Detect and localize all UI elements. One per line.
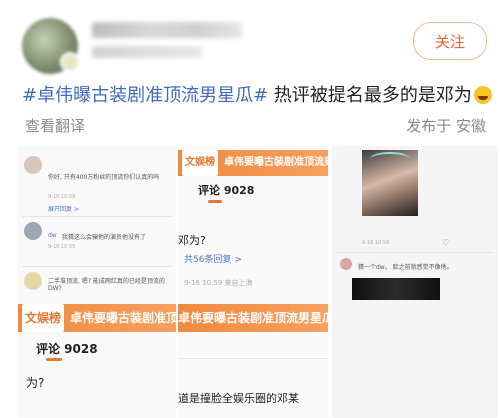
verified-badge-icon [60,52,80,72]
commenter-avatar [340,258,352,270]
like-icon[interactable]: ♡ [442,238,449,247]
reply-time: 9-16 10:59 来自上海 [184,279,253,287]
commenter-avatar [24,272,42,290]
post-image-1[interactable]: 你好, 只有400万粉丝的顶流你们认真的吗 9-16 10:59 展开回复 > … [18,146,176,418]
post-image-3[interactable]: 9-16 10:58 ♡ 猜一个dw。 脸之前就感觉不像他。 [332,146,498,418]
topic-banner: 文娱榜卓伟要曝古装剧准顶流男星几 [18,304,176,332]
comment-time: 9-16 10:58 [362,240,390,246]
divider [178,358,328,359]
comment-text: 道是撞脸全娱乐圈的邓某 [178,392,299,405]
banner-text: 卓伟要曝古装剧准顶流男星几 [70,311,176,325]
comment-image[interactable] [352,278,440,300]
banner-text: 卓伟要曝古装剧准顶流男星瓜 [178,311,328,325]
comments-count: 评论 9028 [36,342,98,356]
divider [336,252,494,253]
post-image-2[interactable]: 文娱榜卓伟要曝古装剧准顶流男星瓜 评论 9028 邓为? 共56条回复 > 9-… [178,146,328,418]
banner-tag: 文娱榜 [182,150,218,176]
tab-indicator [46,358,62,361]
author-meta-blurred [92,46,202,58]
author-name-blurred[interactable] [92,22,242,38]
commenter-name[interactable]: dw [48,232,57,239]
comment-text: 我猜这么会骗他的演员他没有了 [62,234,147,241]
banner-text: 卓伟要曝古装剧准顶流男星瓜 [224,157,328,168]
divider [22,266,172,267]
comment-text: 你好, 只有400万粉丝的顶流你们认真的吗 [48,174,160,181]
commenter-avatar [24,222,42,240]
hair-highlight [370,152,410,166]
banner-tag: 文娱榜 [22,304,65,332]
topic-banner: 文娱榜卓伟要曝古装剧准顶流男星瓜 [178,150,328,176]
comments-count: 评论 9028 [198,184,255,197]
laughing-emoji-icon [473,86,492,104]
comment-text: 邓为? [178,234,206,247]
topic-banner-repeat: 卓伟要曝古装剧准顶流男星瓜 [178,304,328,332]
person-photo [362,150,418,216]
follow-button[interactable]: 关注 [413,22,487,60]
comment-time: 9-16 10:55 [48,244,76,250]
comment-text: 二手准顶流, 嗯? 能成网红真的已经是顶流的DW? [48,278,165,292]
post-body: 热评被提名最多的是邓为 [268,85,472,106]
commenter-avatar [24,156,42,174]
comment-time: 9-16 10:59 [48,194,76,200]
tab-indicator [208,200,222,203]
comment-text: 猜一个dw。 脸之前就感觉不像他。 [358,264,453,271]
expand-replies-link[interactable]: 展开回复 > [48,204,79,213]
post-text: #卓伟曝古装剧准顶流男星瓜# 热评被提名最多的是邓为 [22,84,492,108]
translate-link[interactable]: 查看翻译 [25,115,85,136]
post-location: 发布于 安徽 [406,117,486,135]
replies-link[interactable]: 共56条回复 > [184,252,242,265]
divider [22,216,172,217]
author-avatar[interactable] [22,18,80,74]
comment-partial: 为? [26,376,45,390]
post-hashtag[interactable]: #卓伟曝古装剧准顶流男星瓜# [22,85,268,106]
